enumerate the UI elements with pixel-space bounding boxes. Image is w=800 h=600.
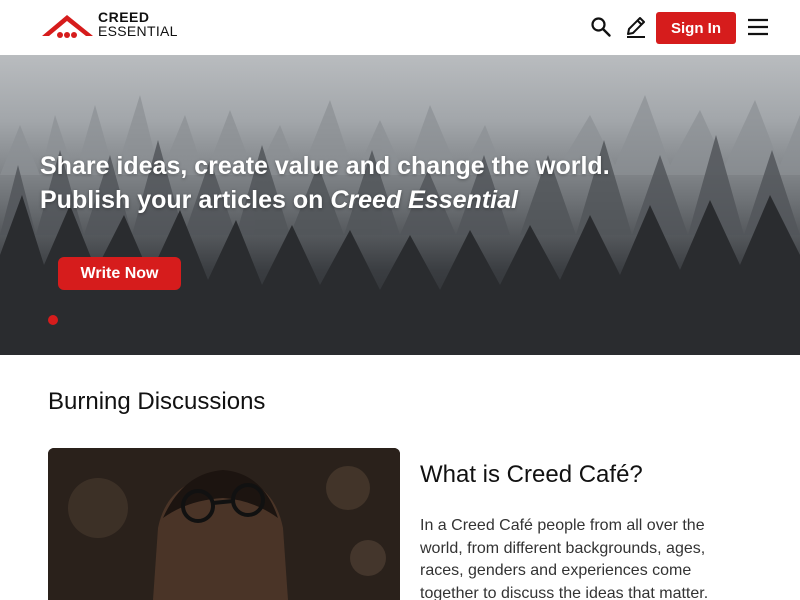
sign-in-button[interactable]: Sign In xyxy=(656,12,736,44)
logo-text-line2: ESSENTIAL xyxy=(98,23,178,39)
logo-mark-icon xyxy=(42,15,93,38)
site-header: CREED ESSENTIAL Sign In xyxy=(0,0,800,55)
cafe-description: In a Creed Café people from all over the… xyxy=(420,517,709,600)
hero-headline-line2: Publish your articles on Creed Essential xyxy=(40,186,518,215)
section-title: Burning Discussions xyxy=(48,388,266,415)
hero-headline-line1: Share ideas, create value and change the… xyxy=(40,152,610,180)
write-now-button[interactable]: Write Now xyxy=(58,257,181,290)
hero-banner: Share ideas, create value and change the… xyxy=(0,55,800,355)
pen-icon[interactable] xyxy=(623,14,649,40)
cafe-image[interactable] xyxy=(48,448,400,600)
menu-icon[interactable] xyxy=(745,14,771,40)
cafe-heading: What is Creed Café? xyxy=(420,461,643,488)
carousel-dot-active[interactable] xyxy=(48,315,58,325)
hero-headline-prefix: Publish your articles on xyxy=(40,186,331,214)
logo-text-line1: CREED xyxy=(98,9,150,25)
logo[interactable]: CREED ESSENTIAL xyxy=(40,10,190,42)
logo-text: CREED ESSENTIAL xyxy=(98,10,178,38)
hero-headline-brand: Creed Essential xyxy=(330,186,518,214)
search-icon[interactable] xyxy=(588,14,614,40)
